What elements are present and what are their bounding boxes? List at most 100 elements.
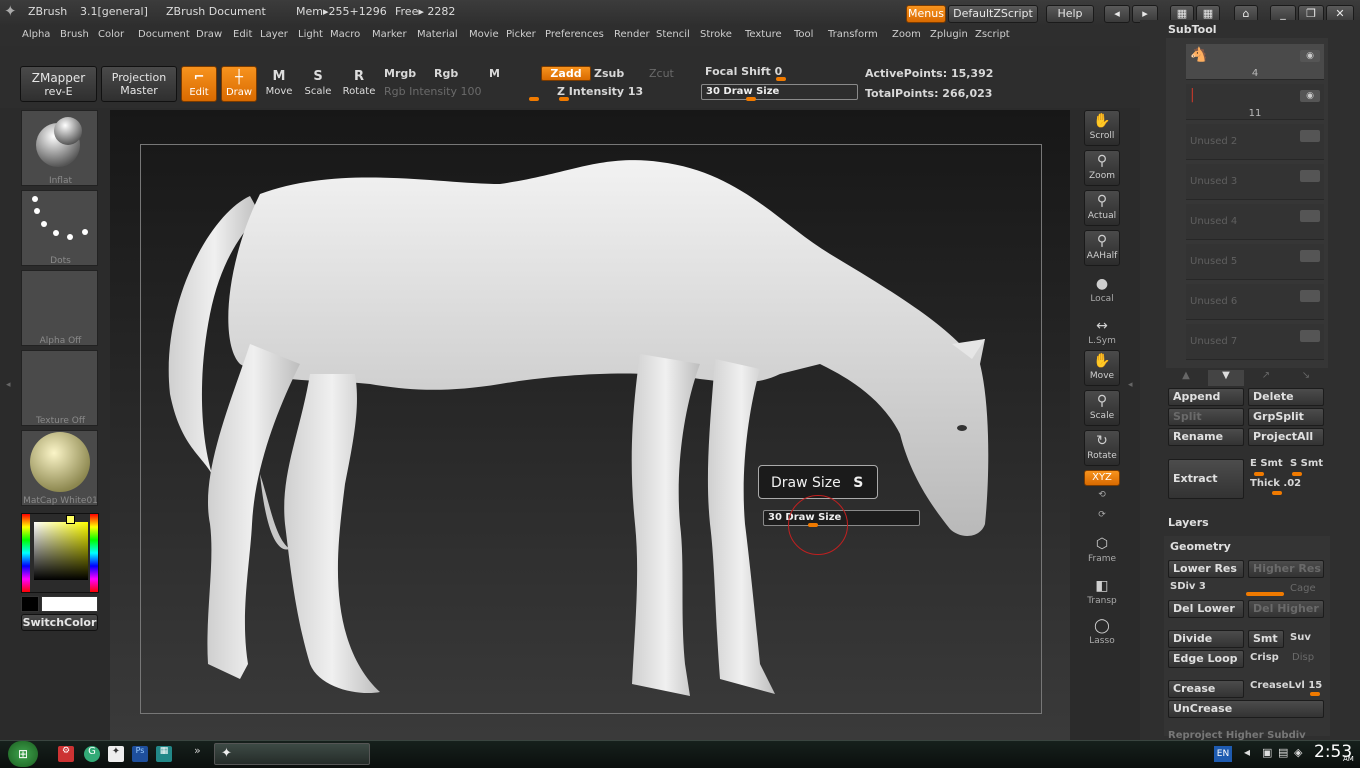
alpha-selector[interactable]: Alpha Off	[21, 270, 98, 346]
brush-selector[interactable]: Inflat	[21, 110, 98, 186]
esmt-slider[interactable]: E Smt	[1250, 458, 1283, 469]
tray-expand-icon[interactable]: ◂	[1244, 745, 1250, 759]
material-selector[interactable]: MatCap White01	[21, 430, 98, 506]
append-button[interactable]: Append	[1168, 388, 1244, 406]
chrome-icon[interactable]: G	[84, 746, 100, 762]
menu-macro[interactable]: Macro	[330, 29, 360, 40]
z-intensity-slider[interactable]: Z Intensity 13	[541, 85, 691, 101]
scroll-button[interactable]: ✋ Scroll	[1084, 110, 1120, 146]
higher-res-button[interactable]: Higher Res	[1248, 560, 1324, 578]
menu-brush[interactable]: Brush	[60, 29, 89, 40]
rgb-intensity-knob[interactable]	[529, 97, 539, 101]
smt-toggle[interactable]: Smt	[1248, 630, 1284, 648]
secondary-color-swatch[interactable]	[21, 596, 39, 612]
move-view-button[interactable]: ✋ Move	[1084, 350, 1120, 386]
horse-model[interactable]	[140, 144, 1042, 714]
subtool-item[interactable]: Unused 7	[1186, 324, 1324, 360]
menu-zscript[interactable]: Zscript	[975, 29, 1010, 40]
chevron-right-icon[interactable]: »	[194, 744, 206, 762]
menu-movie[interactable]: Movie	[469, 29, 499, 40]
z-intensity-knob[interactable]	[559, 97, 570, 101]
menu-tool[interactable]: Tool	[794, 29, 813, 40]
transp-button[interactable]: ◧ Transp	[1084, 576, 1120, 610]
m-toggle[interactable]: M	[489, 67, 500, 80]
focal-shift-slider[interactable]: Focal Shift 0	[703, 64, 858, 82]
right-tray-toggle-icon[interactable]: ◂	[1128, 380, 1136, 400]
stroke-selector[interactable]: Dots	[21, 190, 98, 266]
suv-toggle[interactable]: Suv	[1290, 632, 1311, 643]
color-picker[interactable]	[21, 513, 99, 593]
subtool-item[interactable]: Unused 5	[1186, 244, 1324, 280]
subtool-item[interactable]: Unused 6	[1186, 284, 1324, 320]
extract-button[interactable]: Extract	[1168, 459, 1244, 499]
geometry-title[interactable]: Geometry	[1170, 540, 1231, 553]
menu-render[interactable]: Render	[614, 29, 650, 40]
sdiv-knob[interactable]	[1246, 592, 1284, 596]
language-indicator[interactable]: EN	[1214, 746, 1232, 762]
ssmt-knob[interactable]	[1292, 472, 1302, 476]
visibility-eye-icon[interactable]	[1300, 330, 1320, 342]
tray-volume-icon[interactable]: ◈	[1294, 746, 1302, 759]
menu-light[interactable]: Light	[298, 29, 323, 40]
subtool-item[interactable]: 🐴 4 ◉	[1186, 44, 1324, 80]
main-color-swatch[interactable]	[41, 596, 98, 612]
menu-zoom[interactable]: Zoom	[892, 29, 921, 40]
rgb-toggle[interactable]: Rgb	[434, 67, 458, 80]
taskbar-zbrush-window[interactable]: ✦	[214, 743, 370, 765]
delete-button[interactable]: Delete	[1248, 388, 1324, 406]
frame-button[interactable]: ⬡ Frame	[1084, 534, 1120, 568]
visibility-eye-icon[interactable]	[1300, 290, 1320, 302]
crease-button[interactable]: Crease	[1168, 680, 1244, 698]
zsub-toggle[interactable]: Zsub	[594, 67, 624, 80]
menu-marker[interactable]: Marker	[372, 29, 407, 40]
subtool-item[interactable]: | 11 ◉	[1186, 84, 1324, 120]
default-zscript-button[interactable]: DefaultZScript	[948, 5, 1038, 23]
visibility-eye-icon[interactable]	[1300, 250, 1320, 262]
thick-slider[interactable]: Thick .02	[1250, 478, 1301, 489]
visibility-eye-icon[interactable]	[1300, 170, 1320, 182]
menu-zplugin[interactable]: Zplugin	[930, 29, 968, 40]
menu-document[interactable]: Document	[138, 29, 190, 40]
local-button[interactable]: ● Local	[1084, 274, 1120, 308]
menu-edit[interactable]: Edit	[233, 29, 252, 40]
esmt-knob[interactable]	[1254, 472, 1264, 476]
lsym-button[interactable]: ↔ L.Sym	[1084, 316, 1120, 350]
arrow-up-right-icon[interactable]: ↗	[1248, 370, 1284, 386]
rename-button[interactable]: Rename	[1168, 428, 1244, 446]
menu-alpha[interactable]: Alpha	[22, 29, 50, 40]
rotate-y-icon[interactable]: ⟲	[1084, 490, 1120, 506]
visibility-eye-icon[interactable]: ◉	[1300, 50, 1320, 62]
draw-mode-button[interactable]: ┼ Draw	[221, 66, 257, 102]
scale-view-button[interactable]: ⚲ Scale	[1084, 390, 1120, 426]
actual-button[interactable]: ⚲ Actual	[1084, 190, 1120, 226]
app-red-icon[interactable]: ⚙	[58, 746, 74, 762]
rotate-view-button[interactable]: ↻ Rotate	[1084, 430, 1120, 466]
rotate-z-icon[interactable]: ⟳	[1084, 510, 1120, 526]
del-higher-button[interactable]: Del Higher	[1248, 600, 1324, 618]
visibility-eye-icon[interactable]	[1300, 210, 1320, 222]
sdiv-slider[interactable]: SDiv 3	[1170, 581, 1206, 592]
rgb-intensity-slider[interactable]: Rgb Intensity 100	[384, 85, 539, 101]
arrow-down-right-icon[interactable]: ↘	[1288, 370, 1324, 386]
zadd-toggle[interactable]: Zadd	[541, 66, 591, 81]
ssmt-slider[interactable]: S Smt	[1290, 458, 1323, 469]
switch-color-button[interactable]: SwitchColor	[21, 614, 98, 631]
move-mode-button[interactable]: M Move	[261, 66, 297, 102]
arrow-down-icon[interactable]: ▼	[1208, 370, 1244, 386]
menu-preferences[interactable]: Preferences	[545, 29, 604, 40]
projectall-button[interactable]: ProjectAll	[1248, 428, 1324, 446]
left-tray-toggle-icon[interactable]: ◂	[6, 380, 14, 400]
scale-mode-button[interactable]: S Scale	[300, 66, 336, 102]
calc-icon[interactable]: ▦	[156, 746, 172, 762]
menu-transform[interactable]: Transform	[828, 29, 878, 40]
thick-knob[interactable]	[1272, 491, 1282, 495]
divide-button[interactable]: Divide	[1168, 630, 1244, 648]
help-button[interactable]: Help	[1046, 5, 1094, 23]
menu-stencil[interactable]: Stencil	[656, 29, 690, 40]
layers-title[interactable]: Layers	[1168, 516, 1209, 529]
edit-mode-button[interactable]: ⌐ Edit	[181, 66, 217, 102]
menu-draw[interactable]: Draw	[196, 29, 222, 40]
uncrease-button[interactable]: UnCrease	[1168, 700, 1324, 718]
menus-button[interactable]: Menus	[906, 5, 946, 23]
reproject-button[interactable]: Reproject Higher Subdiv	[1168, 730, 1324, 740]
